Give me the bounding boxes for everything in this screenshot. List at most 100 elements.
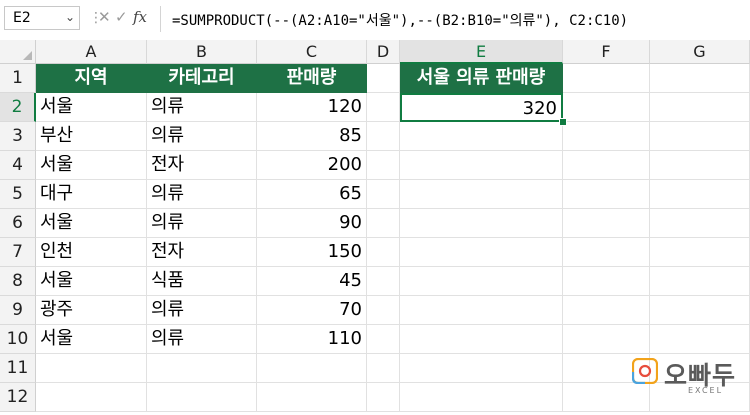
cell-a1[interactable]: 지역	[36, 64, 147, 93]
cell-d9[interactable]	[367, 296, 400, 325]
cell-g3[interactable]	[650, 122, 750, 151]
cell-b2[interactable]: 의류	[147, 93, 257, 122]
cell-d2[interactable]	[367, 93, 400, 122]
cell-b4[interactable]: 전자	[147, 151, 257, 180]
cell-f7[interactable]	[563, 238, 650, 267]
cell-d1[interactable]	[367, 64, 400, 93]
cell-f3[interactable]	[563, 122, 650, 151]
cell-c4[interactable]: 200	[257, 151, 367, 180]
cell-g5[interactable]	[650, 180, 750, 209]
row-header-7[interactable]: 7	[0, 238, 36, 267]
cell-b6[interactable]: 의류	[147, 209, 257, 238]
cell-c9[interactable]: 70	[257, 296, 367, 325]
cell-c11[interactable]	[257, 354, 367, 383]
cell-a8[interactable]: 서울	[36, 267, 147, 296]
cell-d7[interactable]	[367, 238, 400, 267]
cell-e3[interactable]	[400, 122, 563, 151]
row-header-6[interactable]: 6	[0, 209, 36, 238]
cell-a7[interactable]: 인천	[36, 238, 147, 267]
cell-g2[interactable]	[650, 93, 750, 122]
row-header-12[interactable]: 12	[0, 383, 36, 412]
cell-c8[interactable]: 45	[257, 267, 367, 296]
cell-d10[interactable]	[367, 325, 400, 354]
cell-f10[interactable]	[563, 325, 650, 354]
cell-d11[interactable]	[367, 354, 400, 383]
cell-f1[interactable]	[563, 64, 650, 93]
cell-f9[interactable]	[563, 296, 650, 325]
cell-e2[interactable]: 320	[400, 93, 563, 122]
cell-e4[interactable]	[400, 151, 563, 180]
cell-b8[interactable]: 식품	[147, 267, 257, 296]
cell-g1[interactable]	[650, 64, 750, 93]
column-header-c[interactable]: C	[257, 40, 367, 64]
insert-function-icon[interactable]: fx	[133, 8, 147, 26]
cell-c2[interactable]: 120	[257, 93, 367, 122]
column-header-b[interactable]: B	[147, 40, 257, 64]
row-header-1[interactable]: 1	[0, 64, 36, 93]
cell-f5[interactable]	[563, 180, 650, 209]
cell-g4[interactable]	[650, 151, 750, 180]
cell-c5[interactable]: 65	[257, 180, 367, 209]
cell-a3[interactable]: 부산	[36, 122, 147, 151]
row-header-3[interactable]: 3	[0, 122, 36, 151]
chevron-down-icon[interactable]: ⌄	[65, 10, 75, 24]
formula-input[interactable]: =SUMPRODUCT(--(A2:A10="서울"),--(B2:B10="의…	[172, 10, 628, 30]
cell-d8[interactable]	[367, 267, 400, 296]
cell-c6[interactable]: 90	[257, 209, 367, 238]
cell-b1[interactable]: 카테고리	[147, 64, 257, 93]
cancel-icon[interactable]: ✕	[98, 8, 111, 26]
cell-g9[interactable]	[650, 296, 750, 325]
cell-a10[interactable]: 서울	[36, 325, 147, 354]
cell-e9[interactable]	[400, 296, 563, 325]
column-header-g[interactable]: G	[650, 40, 750, 64]
cell-f2[interactable]	[563, 93, 650, 122]
cell-b11[interactable]	[147, 354, 257, 383]
cell-e5[interactable]	[400, 180, 563, 209]
select-all-corner[interactable]	[0, 40, 36, 64]
cell-e11[interactable]	[400, 354, 563, 383]
cell-e1[interactable]: 서울 의류 판매량	[400, 64, 563, 93]
cell-a4[interactable]: 서울	[36, 151, 147, 180]
cell-c3[interactable]: 85	[257, 122, 367, 151]
cell-b3[interactable]: 의류	[147, 122, 257, 151]
cell-g6[interactable]	[650, 209, 750, 238]
cell-c12[interactable]	[257, 383, 367, 412]
cell-b12[interactable]	[147, 383, 257, 412]
cell-b9[interactable]: 의류	[147, 296, 257, 325]
cell-d5[interactable]	[367, 180, 400, 209]
cell-e8[interactable]	[400, 267, 563, 296]
cell-a12[interactable]	[36, 383, 147, 412]
cell-d4[interactable]	[367, 151, 400, 180]
cell-e6[interactable]	[400, 209, 563, 238]
row-header-2[interactable]: 2	[0, 93, 36, 122]
column-header-f[interactable]: F	[563, 40, 650, 64]
cell-f8[interactable]	[563, 267, 650, 296]
column-header-e[interactable]: E	[400, 40, 563, 64]
cell-d12[interactable]	[367, 383, 400, 412]
row-header-5[interactable]: 5	[0, 180, 36, 209]
row-header-10[interactable]: 10	[0, 325, 36, 354]
name-box[interactable]: E2 ⌄	[4, 6, 80, 30]
cell-f6[interactable]	[563, 209, 650, 238]
column-header-a[interactable]: A	[36, 40, 147, 64]
enter-check-icon[interactable]: ✓	[115, 8, 128, 26]
cell-d6[interactable]	[367, 209, 400, 238]
cell-b5[interactable]: 의류	[147, 180, 257, 209]
cell-g10[interactable]	[650, 325, 750, 354]
cell-a9[interactable]: 광주	[36, 296, 147, 325]
cell-e7[interactable]	[400, 238, 563, 267]
cell-a6[interactable]: 서울	[36, 209, 147, 238]
cell-a5[interactable]: 대구	[36, 180, 147, 209]
cell-g8[interactable]	[650, 267, 750, 296]
cell-e12[interactable]	[400, 383, 563, 412]
cell-b10[interactable]: 의류	[147, 325, 257, 354]
cell-c7[interactable]: 150	[257, 238, 367, 267]
fill-handle[interactable]	[559, 118, 567, 126]
row-header-4[interactable]: 4	[0, 151, 36, 180]
cell-f4[interactable]	[563, 151, 650, 180]
cell-b7[interactable]: 전자	[147, 238, 257, 267]
cell-c1[interactable]: 판매량	[257, 64, 367, 93]
cell-a2[interactable]: 서울	[36, 93, 147, 122]
row-header-9[interactable]: 9	[0, 296, 36, 325]
cell-e10[interactable]	[400, 325, 563, 354]
